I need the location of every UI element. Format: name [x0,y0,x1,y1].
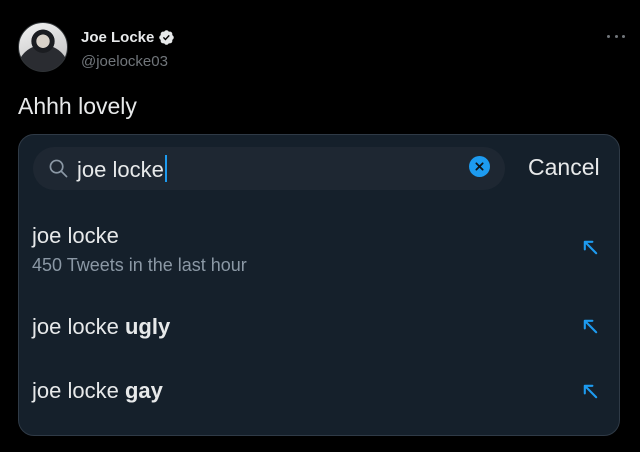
cancel-button[interactable]: Cancel [528,154,600,181]
author-row: Joe Locke [81,29,175,46]
avatar[interactable] [18,22,68,72]
text-caret [164,155,167,182]
autofill-arrow-icon[interactable] [581,238,600,257]
autofill-arrow-icon[interactable] [581,382,600,401]
author-name[interactable]: Joe Locke [81,29,154,46]
verified-badge-icon [159,30,175,45]
suggestion-text: joe locke gay [32,378,163,404]
suggestion-base: joe locke [32,378,125,403]
author-handle[interactable]: @joelocke03 [81,53,168,70]
search-icon [49,159,68,178]
suggestion-bold: gay [124,378,163,403]
tweet-header: Joe Locke @joelocke03 [18,22,628,78]
search-input[interactable]: joe locke [33,147,505,190]
suggestion-bold: ugly [124,314,171,339]
suggestion-base: joe locke [32,223,125,248]
list-item[interactable]: joe locke 450 Tweets in the last hour [19,213,619,293]
suggestion-base: joe locke [32,314,125,339]
suggestion-text: joe locke ugly [32,314,170,340]
search-query[interactable]: joe locke [77,155,167,183]
autofill-arrow-icon[interactable] [581,317,600,336]
tweet-text: Ahhh lovely [18,93,137,119]
list-item[interactable]: joe locke ugly [19,295,619,355]
suggestion-text: joe locke [32,223,125,249]
suggestion-subtitle: 450 Tweets in the last hour [32,255,247,275]
search-query-text: joe locke [77,157,164,182]
list-item[interactable]: joe locke gay [19,360,619,420]
close-icon [475,162,484,171]
search-screenshot-card: joe locke Cancel joe locke 450 Tweets in… [18,134,620,436]
clear-icon[interactable] [469,156,490,177]
more-options-icon[interactable] [604,26,628,46]
